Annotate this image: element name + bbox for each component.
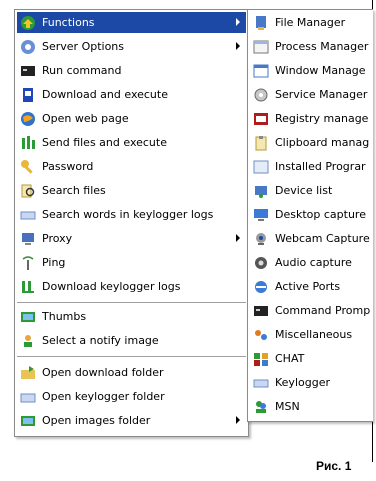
installed-programs-icon [253,159,269,175]
figure-caption: Рис. 1 [316,459,352,473]
notify-image-icon [20,333,36,349]
submenu-item-installed-programs[interactable]: Installed Prograr [250,156,371,177]
registry-icon [253,111,269,127]
submenu-item-command-prompt[interactable]: Command Promp [250,300,371,321]
menu-item-download-execute[interactable]: Download and execute [17,84,246,105]
download-folder-icon [20,365,36,381]
menu-separator [17,356,246,358]
submenu-item-registry-manager[interactable]: Registry manage [250,108,371,129]
chevron-right-icon [236,42,240,50]
command-prompt-icon [253,303,269,319]
submenu-item-file-manager[interactable]: File Manager [250,12,371,33]
send-files-icon [20,135,36,151]
menu-item-open-images-folder[interactable]: Open images folder [17,410,246,431]
download-logs-icon [20,279,36,295]
search-logs-icon [20,207,36,223]
desktop-capture-icon [253,207,269,223]
submenu-item-chat[interactable]: CHAT [250,348,371,369]
menu-item-download-keylogger-logs[interactable]: Download keylogger logs [17,276,246,297]
proxy-icon [20,231,36,247]
functions-icon [20,15,36,31]
images-folder-icon [20,413,36,429]
run-command-icon [20,63,36,79]
web-page-icon [20,111,36,127]
menu-item-proxy[interactable]: Proxy [17,228,246,249]
functions-submenu: File Manager Process Manager Window Mana… [247,9,373,422]
webcam-icon [253,231,269,247]
chat-icon [253,351,269,367]
ports-icon [253,279,269,295]
submenu-item-msn[interactable]: MSN [250,396,371,417]
menu-item-search-keylogger-logs[interactable]: Search words in keylogger logs [17,204,246,225]
service-manager-icon [253,87,269,103]
menu-item-run-command[interactable]: Run command [17,60,246,81]
submenu-item-keylogger[interactable]: Keylogger [250,372,371,393]
submenu-item-desktop-capture[interactable]: Desktop capture [250,204,371,225]
menu-item-open-download-folder[interactable]: Open download folder [17,362,246,383]
download-execute-icon [20,87,36,103]
submenu-item-active-ports[interactable]: Active Ports [250,276,371,297]
menu-item-ping[interactable]: Ping [17,252,246,273]
keylogger-icon [253,375,269,391]
menu-item-thumbs[interactable]: Thumbs [17,306,246,327]
submenu-item-device-list[interactable]: Device list [250,180,371,201]
menu-item-server-options[interactable]: Server Options [17,36,246,57]
keylogger-folder-icon [20,389,36,405]
submenu-item-miscellaneous[interactable]: Miscellaneous [250,324,371,345]
menu-item-search-files[interactable]: Search files [17,180,246,201]
misc-icon [253,327,269,343]
submenu-item-clipboard-manager[interactable]: Clipboard manag [250,132,371,153]
chevron-right-icon [236,18,240,26]
submenu-item-service-manager[interactable]: Service Manager [250,84,371,105]
chevron-right-icon [236,416,240,424]
audio-icon [253,255,269,271]
thumbs-icon [20,309,36,325]
msn-icon [253,399,269,415]
menu-item-select-notify-image[interactable]: Select a notify image [17,330,246,351]
menu-item-open-web-page[interactable]: Open web page [17,108,246,129]
submenu-item-webcam-capture[interactable]: Webcam Capture [250,228,371,249]
search-files-icon [20,183,36,199]
file-manager-icon [253,15,269,31]
menu-item-functions[interactable]: Functions [17,12,246,33]
key-icon [20,159,36,175]
window-manager-icon [253,63,269,79]
submenu-item-process-manager[interactable]: Process Manager [250,36,371,57]
submenu-item-window-manager[interactable]: Window Manage [250,60,371,81]
submenu-item-audio-capture[interactable]: Audio capture [250,252,371,273]
context-menu: Functions Server Options Run command Dow… [14,9,249,437]
menu-separator [17,302,246,304]
process-manager-icon [253,39,269,55]
menu-item-open-keylogger-folder[interactable]: Open keylogger folder [17,386,246,407]
server-options-icon [20,39,36,55]
ping-icon [20,255,36,271]
menu-item-send-files[interactable]: Send files and execute [17,132,246,153]
menu-item-password[interactable]: Password [17,156,246,177]
clipboard-icon [253,135,269,151]
device-list-icon [253,183,269,199]
chevron-right-icon [236,234,240,242]
